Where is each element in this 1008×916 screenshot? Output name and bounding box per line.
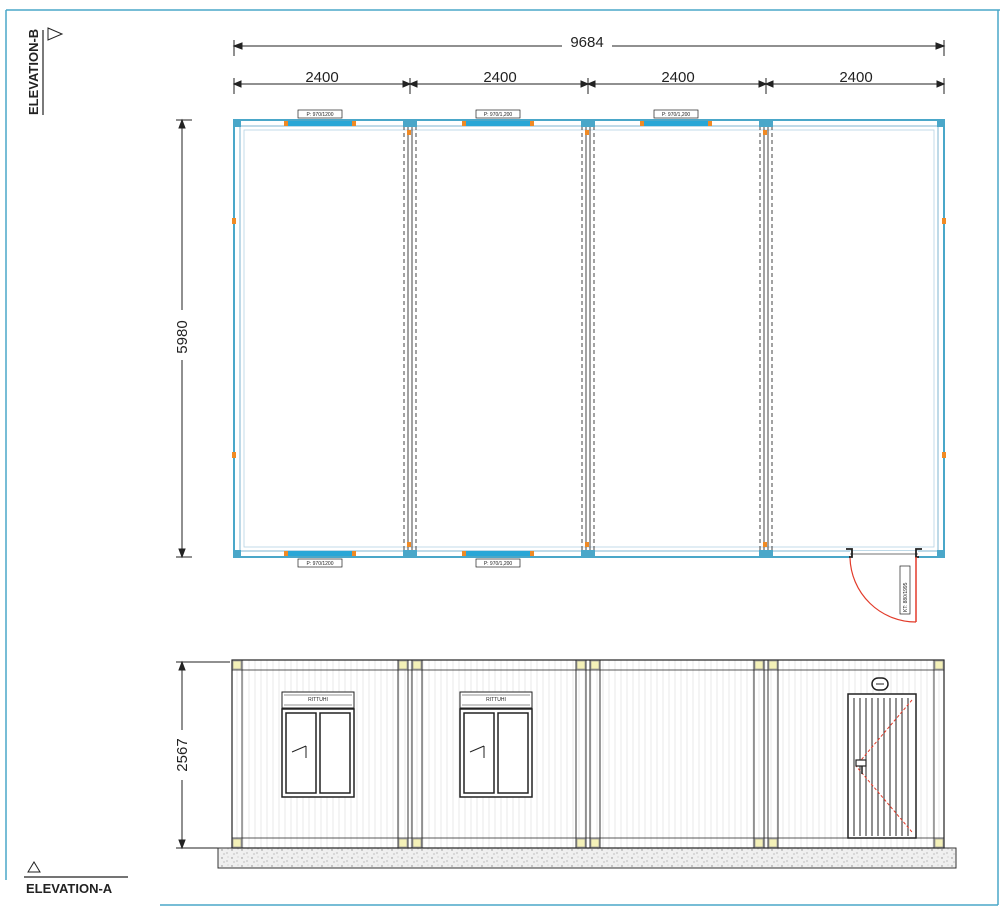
window-tag-bottom-2: P: 970/1,200 <box>475 558 521 568</box>
module-width-1: 2400 <box>305 69 338 86</box>
elevation-b-text: ELEVATION-B <box>26 29 41 115</box>
module-width-dimensions <box>232 78 946 94</box>
window-top-3 <box>640 121 712 126</box>
elevation-window-2: RITTUHI <box>459 691 533 798</box>
elevation-window-1: RITTUHI <box>281 691 355 798</box>
svg-text:P: 970/1,200: P: 970/1,200 <box>662 112 691 118</box>
svg-text:P: 970/1200: P: 970/1200 <box>307 561 334 567</box>
door-tag: KT: 880/1995 <box>899 565 911 615</box>
module-joints <box>403 126 773 551</box>
module-width-3: 2400 <box>661 69 694 86</box>
window-top-2 <box>462 121 534 126</box>
height-label: 2567 <box>174 738 191 771</box>
window-tag-top-2: P: 970/1,200 <box>475 109 521 119</box>
joint-connectors <box>232 130 946 547</box>
elevation-a-text: ELEVATION-A <box>26 881 113 896</box>
svg-text:P: 970/1,200: P: 970/1,200 <box>484 112 513 118</box>
front-elevation: RITTUHI RITTUHI <box>217 659 957 869</box>
overall-width-label: 9684 <box>570 34 603 51</box>
window-bottom-2 <box>462 551 534 556</box>
module-width-4: 2400 <box>839 69 872 86</box>
svg-text:KT: 880/1995: KT: 880/1995 <box>903 582 909 612</box>
window-top-1 <box>284 121 356 126</box>
window-tag-top-1: P: 970/1200 <box>297 109 343 119</box>
ground-slab <box>217 847 957 869</box>
window-tag-top-3: P: 970/1,200 <box>653 109 699 119</box>
depth-label: 5980 <box>174 320 191 353</box>
window-bottom-1 <box>284 551 356 556</box>
elevation-door <box>847 677 917 839</box>
elevation-b-label: ELEVATION-B <box>26 27 64 115</box>
elevation-a-label: ELEVATION-A <box>24 861 128 896</box>
svg-text:P: 970/1200: P: 970/1200 <box>307 112 334 118</box>
corner-posts <box>233 119 945 558</box>
module-width-2: 2400 <box>483 69 516 86</box>
door-opening <box>846 548 922 623</box>
svg-text:RITTUHI: RITTUHI <box>486 697 506 703</box>
window-tag-bottom-1: P: 970/1200 <box>297 558 343 568</box>
svg-text:P: 970/1,200: P: 970/1,200 <box>484 561 513 567</box>
svg-text:RITTUHI: RITTUHI <box>308 697 328 703</box>
floor-plan-drawing: ELEVATION-B ELEVATION-A 9684 2400 2400 2… <box>5 9 1000 906</box>
floor-plan: P: 970/1200 P: 970/1,200 P: 970/1,200 P:… <box>232 109 946 623</box>
